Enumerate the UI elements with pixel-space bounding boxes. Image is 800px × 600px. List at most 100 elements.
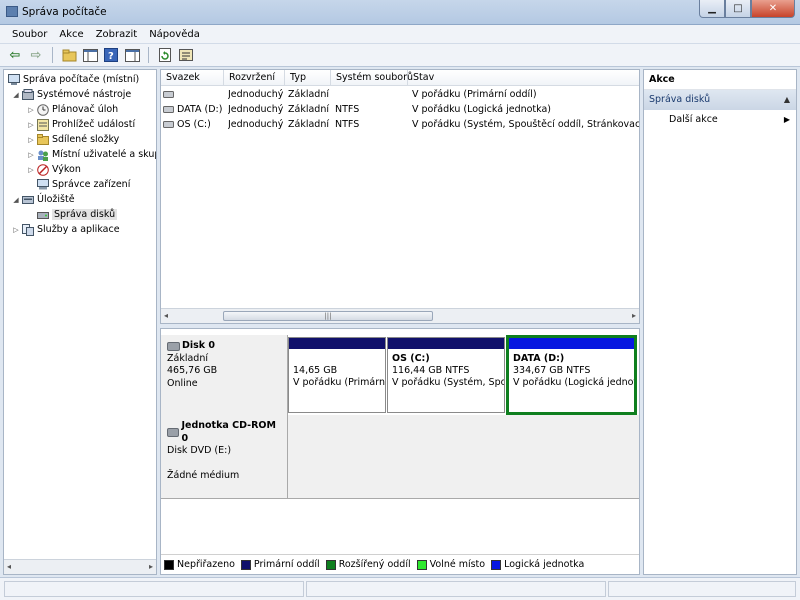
expand-triangle-icon[interactable]: ▷ bbox=[26, 166, 36, 174]
menu-zobrazit[interactable]: Zobrazit bbox=[90, 29, 144, 40]
column-header-layout[interactable]: Rozvržení bbox=[224, 70, 285, 86]
tree-label: Úložiště bbox=[37, 194, 75, 205]
expand-triangle-icon[interactable]: ▷ bbox=[26, 121, 36, 129]
toolbar-separator bbox=[148, 47, 149, 63]
partition-info: OS (C:) 116,44 GB NTFS V pořádku (Systém… bbox=[388, 349, 504, 393]
refresh-icon bbox=[159, 48, 171, 62]
disk-0-panel[interactable]: Disk 0 Základní 465,76 GB Online bbox=[161, 335, 288, 416]
refresh-button[interactable] bbox=[156, 47, 174, 64]
tree-horizontal-scrollbar[interactable]: ◂ ▸ bbox=[4, 559, 156, 574]
expand-triangle-icon[interactable]: ▷ bbox=[11, 226, 21, 234]
actions-section-label: Správa disků bbox=[649, 94, 711, 105]
partition-data-d[interactable]: DATA (D:) 334,67 GB NTFS V pořádku (Logi… bbox=[506, 335, 637, 415]
scroll-right-arrow-icon[interactable]: ▸ bbox=[632, 311, 636, 320]
status-cell bbox=[4, 581, 304, 597]
table-row[interactable]: DATA (D:) Jednoduchý Základní NTFS V poř… bbox=[161, 102, 639, 117]
storage-icon bbox=[21, 194, 34, 206]
device-manager-icon bbox=[36, 179, 49, 191]
cdrom-0-label: Jednotka CD-ROM 0 bbox=[181, 420, 276, 444]
scrollbar-thumb[interactable]: ||| bbox=[223, 311, 433, 321]
up-folder-button[interactable] bbox=[60, 47, 78, 64]
collapse-triangle-icon[interactable]: ◢ bbox=[11, 196, 21, 204]
disk-legend: Nepřiřazeno Primární oddíl Rozšířený odd… bbox=[161, 554, 639, 574]
collapse-up-icon[interactable]: ▲ bbox=[784, 90, 790, 110]
column-header-volume[interactable]: Svazek bbox=[161, 70, 224, 86]
collapse-triangle-icon[interactable]: ◢ bbox=[11, 91, 21, 99]
partition-status: V pořádku (Primární oddíl) bbox=[293, 377, 385, 388]
back-button[interactable]: ⇦ bbox=[6, 47, 24, 64]
scroll-left-arrow-icon[interactable]: ◂ bbox=[164, 311, 168, 320]
tree-item-storage[interactable]: ◢ Úložiště bbox=[11, 192, 75, 207]
tree-label: Správa počítače (místní) bbox=[23, 74, 140, 85]
menu-napoveda[interactable]: Nápověda bbox=[143, 29, 206, 40]
legend-label: Rozšířený oddíl bbox=[338, 559, 411, 570]
show-hide-action-pane-button[interactable] bbox=[123, 47, 141, 64]
tree-item-performance[interactable]: ▷ Výkon bbox=[26, 162, 81, 177]
table-row[interactable]: OS (C:) Jednoduchý Základní NTFS V pořád… bbox=[161, 117, 639, 132]
tree-item-local-users[interactable]: ▷ Místní uživatelé a skupiny bbox=[26, 147, 156, 162]
cdrom-0-media-area[interactable] bbox=[288, 415, 639, 499]
tree-item-event-viewer[interactable]: ▷ Prohlížeč událostí bbox=[26, 117, 135, 132]
menu-bar: Soubor Akce Zobrazit Nápověda bbox=[0, 25, 800, 44]
folder-up-icon bbox=[62, 49, 76, 61]
tree-label: Prohlížeč událostí bbox=[52, 119, 136, 130]
show-hide-tree-button[interactable] bbox=[81, 47, 99, 64]
tree-item-device-manager[interactable]: Správce zařízení bbox=[26, 177, 130, 192]
partition-primary-unnamed[interactable]: 14,65 GB V pořádku (Primární oddíl) bbox=[288, 337, 386, 413]
cell-status: V pořádku (Logická jednotka) bbox=[412, 104, 552, 115]
partition-bar bbox=[289, 338, 385, 349]
cell-filesystem: NTFS bbox=[335, 104, 360, 115]
partition-size: 116,44 GB NTFS bbox=[392, 365, 470, 376]
partition-bar bbox=[388, 338, 504, 349]
column-header-type[interactable]: Typ bbox=[285, 70, 331, 86]
tree-item-computer-management[interactable]: Správa počítače (místní) bbox=[7, 72, 139, 87]
cdrom-0-panel[interactable]: Jednotka CD-ROM 0 Disk DVD (E:) Žádné mé… bbox=[161, 415, 288, 499]
legend-logical-drive: Logická jednotka bbox=[491, 559, 584, 570]
maximize-button[interactable]: □ bbox=[725, 0, 751, 18]
legend-primary-partition: Primární oddíl bbox=[240, 559, 320, 570]
column-header-status[interactable]: Stav bbox=[408, 70, 639, 86]
table-row[interactable]: Jednoduchý Základní V pořádku (Primární … bbox=[161, 87, 639, 102]
cell-type: Základní bbox=[288, 89, 329, 100]
expand-triangle-icon[interactable]: ▷ bbox=[26, 106, 36, 114]
forward-button[interactable]: ⇨ bbox=[27, 47, 45, 64]
window-controls: ▁ □ ✕ bbox=[699, 0, 795, 18]
action-pane-icon bbox=[124, 48, 140, 62]
tree-item-shared-folders[interactable]: ▷ Sdílené složky bbox=[26, 132, 119, 147]
services-apps-icon bbox=[21, 223, 34, 236]
status-cell bbox=[306, 581, 606, 597]
scroll-right-arrow-icon[interactable]: ▸ bbox=[149, 562, 153, 571]
tree-item-task-scheduler[interactable]: ▷ Plánovač úloh bbox=[26, 102, 118, 117]
cell-volume bbox=[177, 87, 223, 102]
cell-layout: Jednoduchý bbox=[228, 104, 284, 115]
tree-item-services-applications[interactable]: ▷ Služby a aplikace bbox=[11, 222, 120, 237]
close-button[interactable]: ✕ bbox=[751, 0, 795, 18]
volume-list-horizontal-scrollbar[interactable]: ◂ ||| ▸ bbox=[161, 308, 639, 323]
forward-arrow-icon: ⇨ bbox=[30, 47, 42, 63]
minimize-button[interactable]: ▁ bbox=[699, 0, 725, 18]
console-tree: Správa počítače (místní) ◢ Systémové nás… bbox=[3, 69, 157, 575]
expand-triangle-icon[interactable]: ▷ bbox=[26, 136, 36, 144]
action-label: Další akce bbox=[669, 114, 718, 125]
help-button[interactable]: ? bbox=[102, 47, 120, 64]
properties-button[interactable] bbox=[177, 47, 195, 64]
legend-label: Logická jednotka bbox=[504, 559, 585, 570]
partition-os-c[interactable]: OS (C:) 116,44 GB NTFS V pořádku (Systém… bbox=[387, 337, 505, 413]
action-more-actions[interactable]: Další akce ▶ bbox=[644, 110, 796, 130]
cell-status: V pořádku (Primární oddíl) bbox=[412, 89, 537, 100]
column-header-filesystem[interactable]: Systém souborů bbox=[331, 70, 413, 86]
task-scheduler-icon bbox=[36, 103, 49, 116]
partition-name: OS (C:) bbox=[392, 353, 430, 364]
legend-swatch bbox=[164, 559, 174, 570]
minimize-icon: ▁ bbox=[708, 3, 716, 14]
tree-label: Služby a aplikace bbox=[37, 224, 120, 235]
actions-section-disk-management[interactable]: Správa disků ▲ bbox=[644, 90, 796, 110]
tree-item-disk-management[interactable]: Správa disků bbox=[26, 207, 118, 222]
disk-management-icon bbox=[36, 209, 49, 221]
tree-item-system-tools[interactable]: ◢ Systémové nástroje bbox=[11, 87, 131, 102]
menu-akce[interactable]: Akce bbox=[53, 29, 89, 40]
menu-soubor[interactable]: Soubor bbox=[6, 29, 53, 40]
tree-label: Správce zařízení bbox=[52, 179, 131, 190]
expand-triangle-icon[interactable]: ▷ bbox=[26, 151, 36, 159]
scroll-left-arrow-icon[interactable]: ◂ bbox=[7, 562, 11, 571]
